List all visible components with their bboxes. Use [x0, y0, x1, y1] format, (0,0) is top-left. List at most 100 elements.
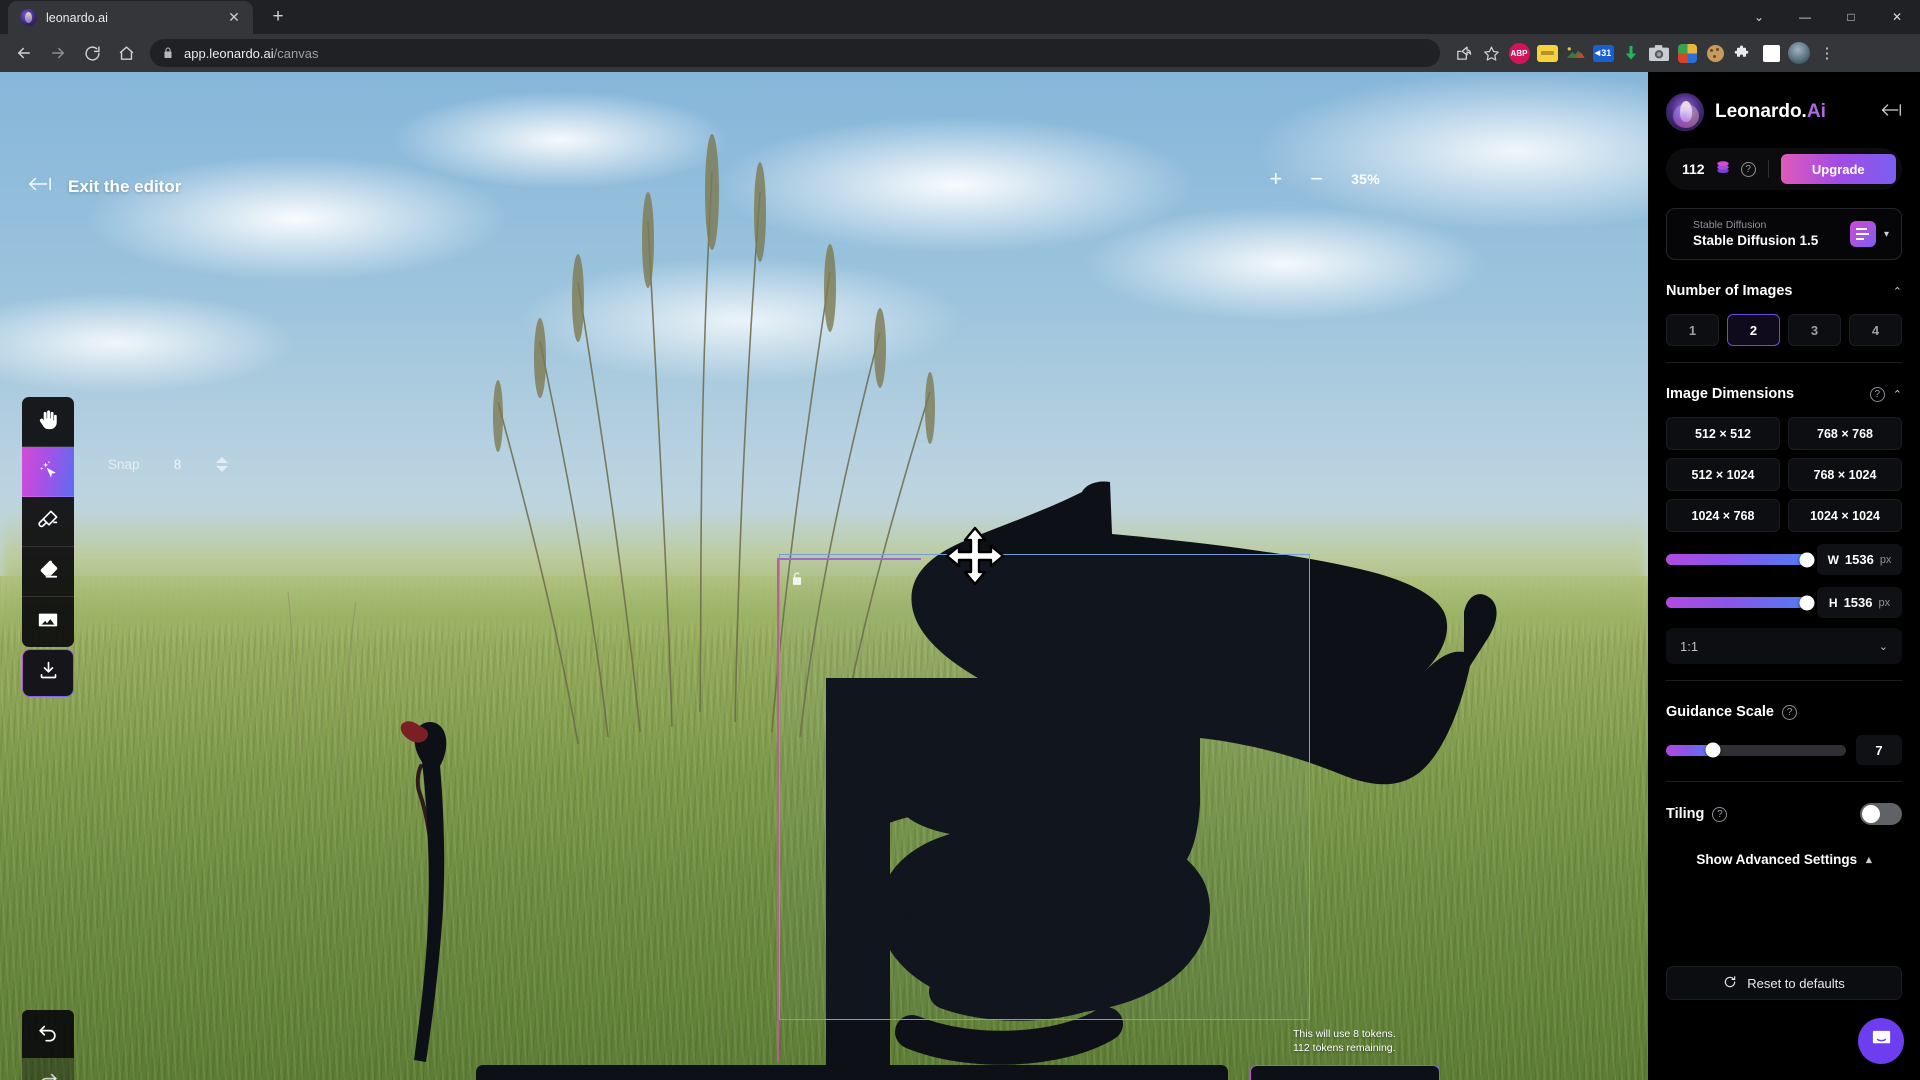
upgrade-button[interactable]: Upgrade	[1780, 154, 1896, 184]
camera-screenshot-extension-icon[interactable]	[1646, 40, 1672, 66]
adblock-plus-extension-icon[interactable]: ABP	[1506, 40, 1532, 66]
brand-name: Leonardo.Ai	[1715, 101, 1826, 122]
model-caret-down-icon[interactable]: ▾	[1884, 229, 1889, 240]
color-wheel-extension-icon[interactable]	[1674, 40, 1700, 66]
collapse-panel-icon[interactable]	[1880, 103, 1902, 122]
download-tool[interactable]	[22, 649, 74, 697]
number-of-images-header[interactable]: Number of Images ⌃	[1666, 278, 1902, 304]
paint-brush-tool[interactable]	[22, 497, 74, 547]
image-count-1[interactable]: 1	[1666, 314, 1719, 346]
image-count-2[interactable]: 2	[1727, 314, 1780, 346]
cookie-extension-icon[interactable]	[1702, 40, 1728, 66]
credits-help-icon[interactable]: ?	[1740, 161, 1756, 177]
landscape-extension-icon[interactable]	[1562, 40, 1588, 66]
forward-arrow-icon[interactable]	[42, 37, 74, 69]
leonardo-canvas-app: Exit the editor + − 35% Snap 8 This will…	[0, 72, 1920, 1080]
height-value-box[interactable]: H 1536 px	[1817, 587, 1902, 618]
browser-tab[interactable]: leonardo.ai ✕	[8, 1, 253, 34]
tab-close-icon[interactable]: ✕	[225, 9, 243, 27]
magic-wand-cursor-icon	[37, 458, 60, 486]
chevron-up-icon[interactable]: ⌃	[1893, 388, 1902, 401]
unlocked-padlock-icon[interactable]	[790, 571, 804, 592]
dimension-preset-1024x768[interactable]: 1024 × 768	[1666, 499, 1780, 532]
reload-icon[interactable]	[76, 37, 108, 69]
dimension-preset-768x1024[interactable]: 768 × 1024	[1788, 458, 1902, 491]
settings-sidebar: Leonardo.Ai 112 ? Upgrade Stable Diffusi…	[1648, 72, 1920, 1080]
blue-calendar-extension-icon[interactable]: ◀ 31	[1590, 40, 1616, 66]
dimensions-help-icon[interactable]: ?	[1869, 386, 1885, 402]
image-count-4[interactable]: 4	[1849, 314, 1902, 346]
white-square-extension-icon[interactable]	[1758, 40, 1784, 66]
window-maximize-button[interactable]: □	[1828, 0, 1874, 34]
url-path: /canvas	[273, 45, 319, 61]
snap-control[interactable]: Snap 8	[108, 450, 228, 478]
image-dimensions-header[interactable]: Image Dimensions ? ⌃	[1666, 381, 1902, 407]
guidance-scale-control: 7	[1666, 735, 1902, 765]
width-slider[interactable]	[1666, 552, 1815, 567]
image-count-3[interactable]: 3	[1788, 314, 1841, 346]
guidance-help-icon[interactable]: ?	[1782, 704, 1797, 720]
divider	[1666, 781, 1902, 782]
magic-select-tool[interactable]	[22, 447, 74, 497]
yellow-notes-extension-icon[interactable]	[1534, 40, 1560, 66]
exit-editor-button[interactable]: Exit the editor	[28, 176, 181, 197]
dimension-preset-768x768[interactable]: 768 × 768	[1788, 417, 1902, 450]
dimension-preset-1024x1024[interactable]: 1024 × 1024	[1788, 499, 1902, 532]
bookmark-star-icon[interactable]	[1478, 40, 1504, 66]
width-value-box[interactable]: W 1536 px	[1817, 544, 1902, 575]
show-advanced-settings-button[interactable]: Show Advanced Settings ▴	[1666, 852, 1902, 867]
eraser-tool[interactable]	[22, 547, 74, 597]
snap-stepper[interactable]	[215, 456, 228, 472]
share-icon[interactable]	[1450, 40, 1476, 66]
snap-decrease-icon[interactable]	[215, 465, 228, 472]
snap-value[interactable]: 8	[154, 450, 202, 478]
guidance-scale-slider[interactable]	[1666, 742, 1846, 758]
extensions-puzzle-icon[interactable]	[1730, 40, 1756, 66]
zoom-out-button[interactable]: −	[1310, 168, 1323, 190]
prompt-input[interactable]: gras	[476, 1065, 1228, 1080]
window-minimize-button[interactable]: —	[1782, 0, 1828, 34]
reset-circular-arrow-icon	[1723, 975, 1737, 992]
canvas-toolbar	[22, 397, 74, 647]
chrome-menu-icon[interactable]: ⋮	[1814, 40, 1840, 66]
snap-increase-icon[interactable]	[215, 456, 228, 463]
tiling-toggle[interactable]	[1860, 803, 1902, 825]
tiling-title: Tiling	[1666, 806, 1705, 822]
chevron-up-icon[interactable]: ⌃	[1893, 285, 1902, 298]
height-value[interactable]: 1536	[1844, 595, 1873, 610]
chevron-up-icon: ▴	[1866, 854, 1872, 866]
coins-icon	[1714, 159, 1732, 180]
credits-bar: 112 ? Upgrade	[1666, 148, 1902, 190]
token-usage-note: This will use 8 tokens. 112 tokens remai…	[1293, 1027, 1396, 1055]
generation-region-frame[interactable]	[777, 558, 921, 1062]
chat-support-button[interactable]	[1858, 1018, 1904, 1064]
model-selector[interactable]: Stable Diffusion Stable Diffusion 1.5 ▾	[1666, 208, 1902, 260]
zoom-controls: + − 35%	[1269, 168, 1380, 190]
address-bar[interactable]: app.leonardo.ai/canvas	[150, 39, 1440, 67]
redo-button[interactable]	[22, 1058, 74, 1080]
window-close-button[interactable]: ✕	[1874, 0, 1920, 34]
dimension-preset-512x512[interactable]: 512 × 512	[1666, 417, 1780, 450]
green-download-extension-icon[interactable]	[1618, 40, 1644, 66]
zoom-in-button[interactable]: +	[1269, 168, 1282, 190]
new-tab-button[interactable]: +	[263, 2, 293, 32]
generate-button[interactable]: Generate	[1250, 1065, 1440, 1080]
guidance-scale-value[interactable]: 7	[1856, 735, 1902, 765]
canvas-area[interactable]: Exit the editor + − 35% Snap 8 This will…	[0, 72, 1648, 1080]
back-arrow-icon[interactable]	[8, 37, 40, 69]
height-slider[interactable]	[1666, 595, 1815, 610]
dimension-preset-512x1024[interactable]: 512 × 1024	[1666, 458, 1780, 491]
profile-avatar[interactable]	[1786, 40, 1812, 66]
undo-button[interactable]	[22, 1010, 74, 1058]
reset-to-defaults-button[interactable]: Reset to defaults	[1666, 966, 1902, 1000]
move-four-arrows-cursor	[944, 525, 1006, 592]
window-more-icon[interactable]: ⌄	[1736, 0, 1782, 34]
home-icon[interactable]	[110, 37, 142, 69]
pan-hand-tool[interactable]	[22, 397, 74, 447]
width-value[interactable]: 1536	[1845, 552, 1874, 567]
zoom-level-label: 35%	[1351, 171, 1380, 187]
width-axis-label: W	[1827, 552, 1839, 567]
tiling-help-icon[interactable]: ?	[1712, 806, 1728, 822]
aspect-ratio-select[interactable]: 1:1 ⌄	[1666, 628, 1902, 664]
image-upload-tool[interactable]	[22, 597, 74, 647]
